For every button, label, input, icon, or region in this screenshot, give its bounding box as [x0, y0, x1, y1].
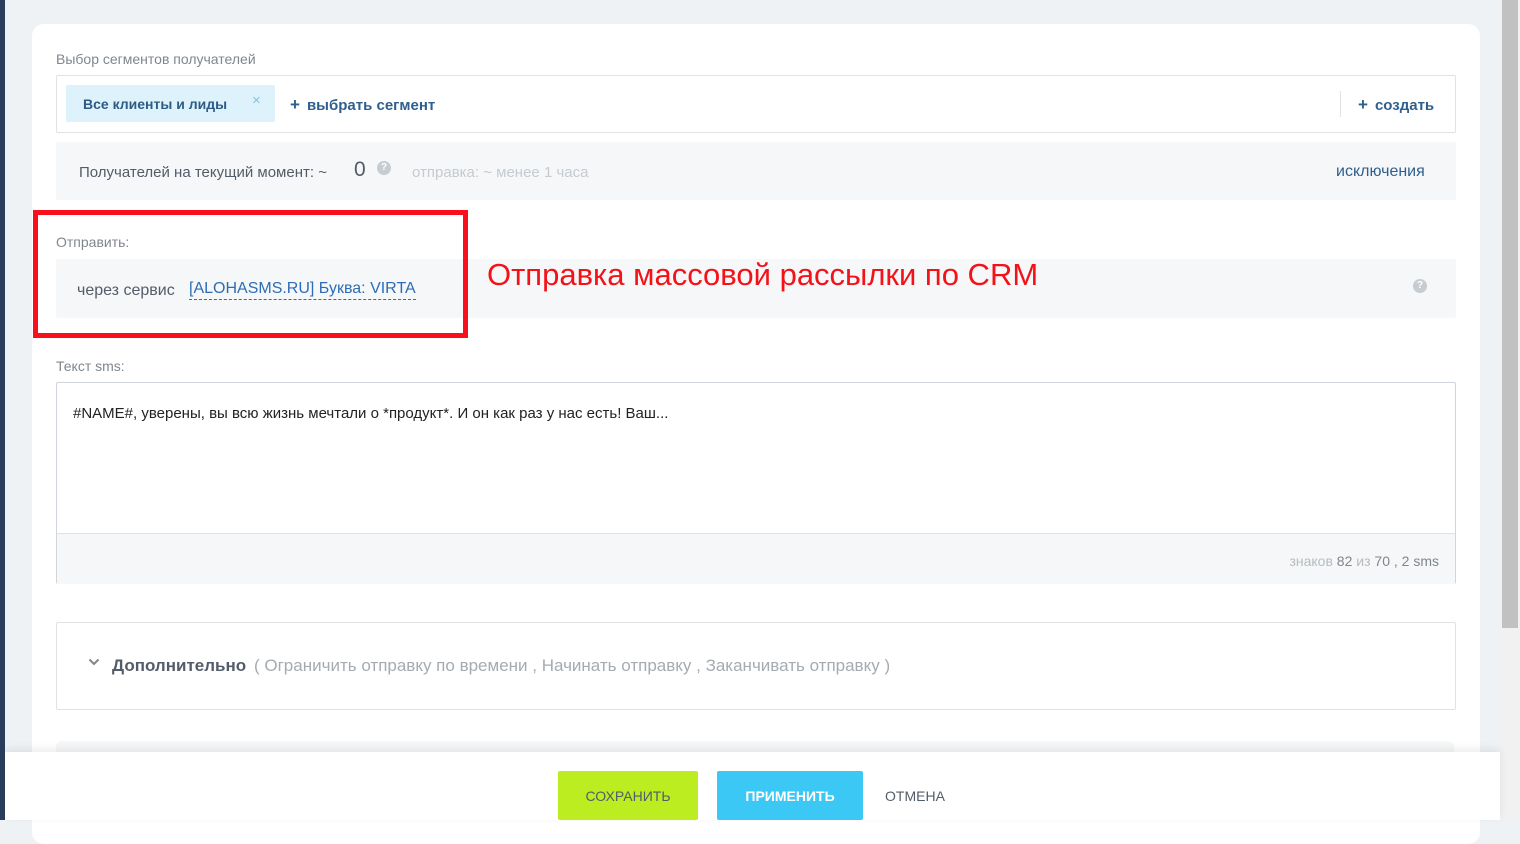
recipients-label: Получателей на текущий момент: ~: [79, 164, 327, 181]
annotation-highlight-frame: [33, 210, 468, 338]
additional-settings-panel: Дополнительно ( Ограничить отправку по в…: [56, 622, 1456, 710]
scrollbar[interactable]: [1500, 0, 1520, 820]
segments-label: Выбор сегментов получателей: [56, 51, 256, 67]
sms-text-content[interactable]: #NAME#, уверены, вы всю жизнь мечтали о …: [73, 405, 668, 422]
form-footer: СОХРАНИТЬ ПРИМЕНИТЬ ОТМЕНА: [5, 752, 1500, 820]
segment-chip-label: Все клиенты и лиды: [83, 96, 228, 112]
recipients-count: 0: [354, 158, 366, 181]
save-button[interactable]: СОХРАНИТЬ: [558, 771, 698, 820]
help-icon[interactable]: ?: [377, 161, 391, 175]
additional-settings-toggle[interactable]: Дополнительно: [112, 656, 246, 676]
plus-icon: +: [1358, 95, 1368, 114]
recipients-info-bar: Получателей на текущий момент: ~ 0 ? отп…: [56, 142, 1456, 200]
left-edge-strip: [0, 0, 5, 820]
chip-close-icon[interactable]: ×: [252, 92, 261, 109]
sms-count: , 2 sms: [1393, 553, 1439, 569]
mailing-settings-card: Выбор сегментов получателей Все клиенты …: [32, 24, 1480, 844]
select-segment-label: выбрать сегмент: [306, 97, 436, 114]
create-segment-label: создать: [1374, 97, 1435, 114]
dispatch-time: отправка: ~ менее 1 часа: [412, 164, 589, 181]
annotation-caption: Отправка массовой рассылки по CRM: [487, 257, 1039, 292]
additional-settings-options: ( Ограничить отправку по времени , Начин…: [254, 656, 891, 675]
segments-selector[interactable]: Все клиенты и лиды × + выбрать сегмент + с…: [56, 75, 1456, 133]
apply-button[interactable]: ПРИМЕНИТЬ: [717, 771, 863, 820]
cancel-button[interactable]: ОТМЕНА: [871, 771, 959, 820]
counter-prefix: знаков: [1289, 553, 1333, 569]
char-counter: знаков 82 из 70 , 2 sms: [1289, 553, 1439, 569]
scrollbar-thumb[interactable]: [1502, 0, 1518, 628]
sms-text-label: Текст sms:: [56, 358, 125, 374]
chevron-down-icon[interactable]: [88, 656, 100, 668]
select-segment-link[interactable]: + выбрать сегмент: [290, 95, 435, 115]
plus-icon: +: [290, 95, 300, 114]
sms-editor-footer: знаков 82 из 70 , 2 sms: [57, 533, 1455, 584]
sms-text-editor[interactable]: #NAME#, уверены, вы всю жизнь мечтали о …: [56, 382, 1456, 584]
segments-divider: [1340, 91, 1341, 117]
segment-chip: Все клиенты и лиды ×: [66, 85, 275, 122]
char-limit: 70: [1374, 553, 1390, 569]
help-icon[interactable]: ?: [1413, 279, 1427, 293]
char-count: 82: [1336, 553, 1353, 569]
exclusions-link[interactable]: исключения: [1336, 163, 1425, 181]
counter-middle: из: [1356, 553, 1371, 569]
create-segment-link[interactable]: + создать: [1358, 95, 1434, 115]
